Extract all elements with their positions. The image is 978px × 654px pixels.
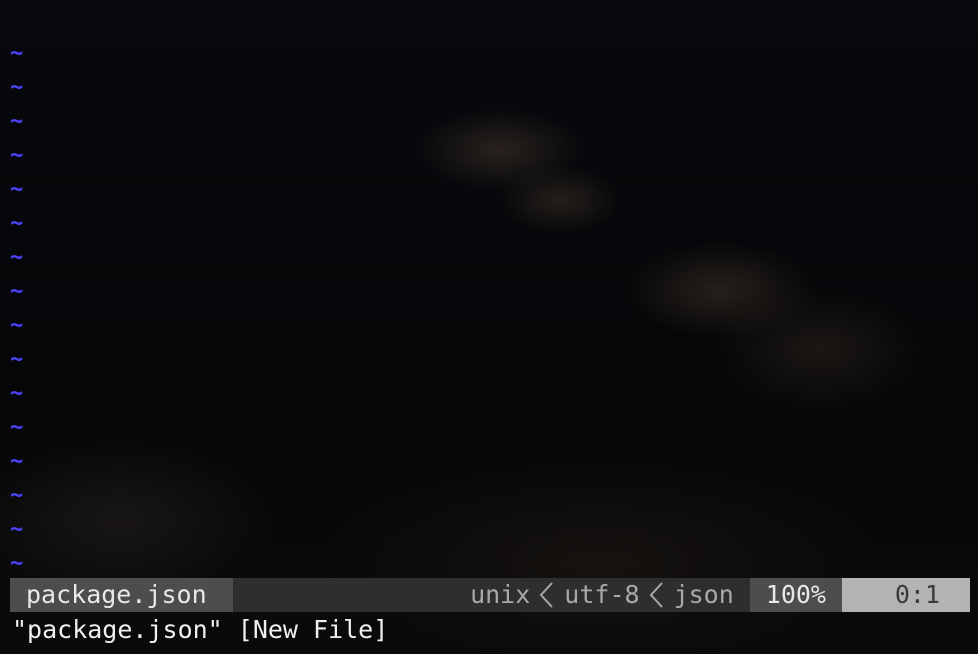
empty-line-marker: ~ (10, 177, 24, 202)
empty-line-marker: ~ (10, 381, 24, 406)
status-spacer (233, 578, 471, 612)
chevron-left-icon (640, 578, 674, 612)
editor-buffer[interactable]: ~ ~ ~ ~ ~ ~ ~ ~ ~ ~ ~ ~ ~ ~ ~ ~ (10, 37, 968, 581)
empty-line-marker: ~ (10, 143, 24, 168)
status-filename: package.json (10, 578, 233, 612)
empty-line-marker: ~ (10, 211, 24, 236)
empty-line-marker: ~ (10, 109, 24, 134)
status-line: package.json unix utf-8 json 100% 0:1 (10, 578, 970, 612)
status-cursor-position: 0:1 (842, 578, 970, 612)
command-line[interactable]: "package.json" [New File] (12, 612, 388, 648)
empty-line-marker: ~ (10, 279, 24, 304)
empty-line-marker: ~ (10, 449, 24, 474)
empty-line-marker: ~ (10, 517, 24, 542)
empty-line-marker: ~ (10, 75, 24, 100)
status-fileformat: unix (470, 580, 531, 609)
empty-line-marker: ~ (10, 313, 24, 338)
status-filetype: json (673, 580, 734, 609)
empty-line-marker: ~ (10, 483, 24, 508)
empty-line-marker: ~ (10, 41, 24, 66)
status-encoding: utf-8 (564, 580, 640, 609)
chevron-left-icon (530, 578, 564, 612)
empty-line-marker: ~ (10, 415, 24, 440)
status-file-info: unix utf-8 json (470, 578, 750, 612)
empty-line-marker: ~ (10, 551, 24, 576)
empty-line-marker: ~ (10, 245, 24, 270)
vim-editor[interactable]: ~ ~ ~ ~ ~ ~ ~ ~ ~ ~ ~ ~ ~ ~ ~ ~ package.json unix utf-8… (0, 0, 978, 654)
status-percent: 100% (749, 578, 842, 612)
empty-line-marker: ~ (10, 347, 24, 372)
